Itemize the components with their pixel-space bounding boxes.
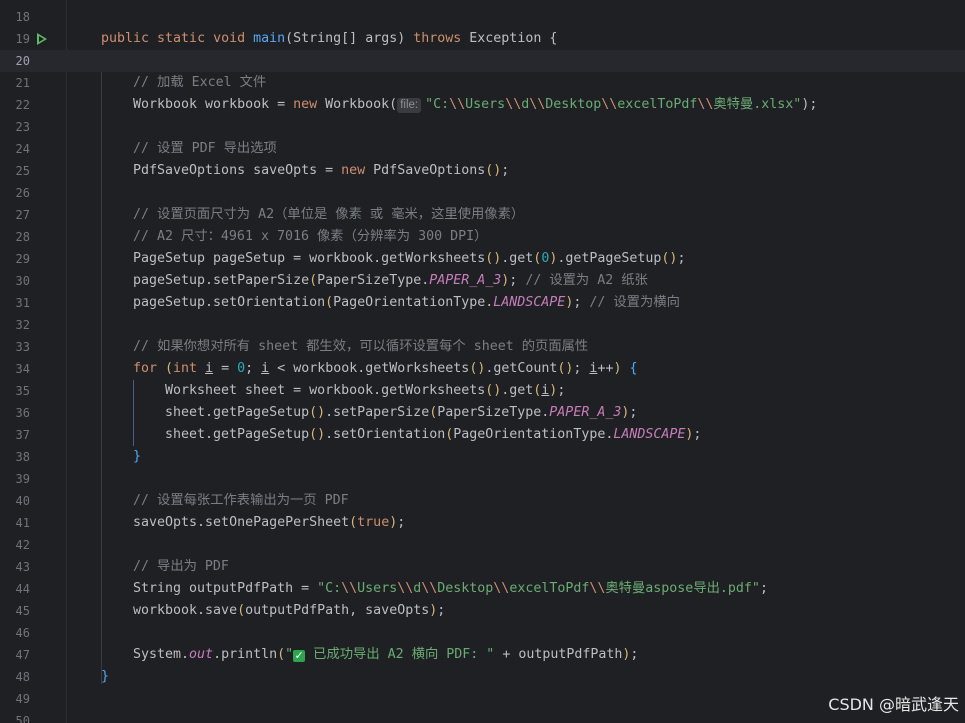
- line-number: 21: [15, 76, 30, 90]
- code-line[interactable]: 33 // 如果你想对所有 sheet 都生效，可以循环设置每个 sheet 的…: [0, 336, 965, 358]
- code-comment: // A2 尺寸：4961 x 7016 像素（分辨率为 300 DPI）: [133, 229, 488, 244]
- code-editor[interactable]: 18 19 public static void main(String[] a…: [0, 0, 965, 723]
- code-line[interactable]: 49: [0, 688, 965, 710]
- code-line[interactable]: 26: [0, 182, 965, 204]
- line-number: 18: [15, 10, 30, 24]
- line-number: 44: [15, 582, 30, 596]
- code-text: }: [101, 669, 110, 684]
- code-line[interactable]: 46: [0, 622, 965, 644]
- code-line[interactable]: 35 Worksheet sheet = workbook.getWorkshe…: [0, 380, 965, 402]
- code-comment: // 导出为 PDF: [133, 559, 229, 574]
- line-number: 34: [15, 362, 30, 376]
- code-text: System.out.println("✓ 已成功导出 A2 横向 PDF: "…: [133, 647, 639, 662]
- code-line[interactable]: 48 }: [0, 666, 965, 688]
- line-number: 41: [15, 516, 30, 530]
- code-text: for (int i = 0; i < workbook.getWorkshee…: [133, 361, 638, 376]
- code-line[interactable]: 39: [0, 468, 965, 490]
- code-text: saveOpts.setOnePagePerSheet(true);: [133, 515, 406, 530]
- line-number: 27: [15, 208, 30, 222]
- code-text: PageSetup pageSetup = workbook.getWorksh…: [133, 251, 686, 266]
- line-number: 23: [15, 120, 30, 134]
- line-number: 45: [15, 604, 30, 618]
- line-number: 46: [15, 626, 30, 640]
- code-line[interactable]: 24 // 设置 PDF 导出选项: [0, 138, 965, 160]
- code-comment: // 加载 Excel 文件: [133, 75, 267, 90]
- code-line[interactable]: 36 sheet.getPageSetup().setPaperSize(Pap…: [0, 402, 965, 424]
- code-line[interactable]: 27 // 设置页面尺寸为 A2（单位是 像素 或 毫米，这里使用像素）: [0, 204, 965, 226]
- code-line[interactable]: 29 PageSetup pageSetup = workbook.getWor…: [0, 248, 965, 270]
- check-mark-icon: ✓: [293, 649, 306, 662]
- code-line[interactable]: 42: [0, 534, 965, 556]
- code-line[interactable]: 40 // 设置每张工作表输出为一页 PDF: [0, 490, 965, 512]
- code-line[interactable]: 41 saveOpts.setOnePagePerSheet(true);: [0, 512, 965, 534]
- code-text: workbook.save(outputPdfPath, saveOpts);: [133, 603, 446, 618]
- line-number: 30: [15, 274, 30, 288]
- code-text: pageSetup.setOrientation(PageOrientation…: [133, 295, 680, 310]
- line-number: 33: [15, 340, 30, 354]
- line-number: 42: [15, 538, 30, 552]
- line-number: 50: [15, 714, 30, 723]
- code-line[interactable]: 22 Workbook workbook = new Workbook(file…: [0, 94, 965, 116]
- code-line-current[interactable]: 20: [0, 50, 965, 72]
- code-comment: // 如果你想对所有 sheet 都生效，可以循环设置每个 sheet 的页面属…: [133, 339, 589, 354]
- code-line[interactable]: 43 // 导出为 PDF: [0, 556, 965, 578]
- code-line[interactable]: 30 pageSetup.setPaperSize(PaperSizeType.…: [0, 270, 965, 292]
- code-line[interactable]: 34 for (int i = 0; i < workbook.getWorks…: [0, 358, 965, 380]
- parameter-hint: file:: [397, 98, 422, 113]
- line-number: 49: [15, 692, 30, 706]
- run-gutter-icon[interactable]: [37, 33, 47, 45]
- line-number: 20: [15, 54, 30, 68]
- line-number: 38: [15, 450, 30, 464]
- line-number: 40: [15, 494, 30, 508]
- code-text: pageSetup.setPaperSize(PaperSizeType.PAP…: [133, 273, 648, 288]
- watermark: CSDN @暗武逢天: [828, 695, 959, 714]
- code-text: sheet.getPageSetup().setPaperSize(PaperS…: [165, 405, 638, 420]
- code-line[interactable]: 18: [0, 6, 965, 28]
- line-number: 22: [15, 98, 30, 112]
- line-number: 37: [15, 428, 30, 442]
- line-number: 43: [15, 560, 30, 574]
- code-text: Worksheet sheet = workbook.getWorksheets…: [165, 383, 566, 398]
- code-line[interactable]: 19 public static void main(String[] args…: [0, 28, 965, 50]
- code-comment: // 设置每张工作表输出为一页 PDF: [133, 493, 349, 508]
- line-number: 39: [15, 472, 30, 486]
- line-number: 35: [15, 384, 30, 398]
- code-comment: // 设置 PDF 导出选项: [133, 141, 277, 156]
- line-number: 19: [15, 32, 30, 46]
- line-number: 36: [15, 406, 30, 420]
- line-number: 25: [15, 164, 30, 178]
- code-line[interactable]: 50: [0, 710, 965, 723]
- code-text: }: [133, 449, 142, 464]
- line-number: 26: [15, 186, 30, 200]
- line-number: 29: [15, 252, 30, 266]
- code-line[interactable]: 38 }: [0, 446, 965, 468]
- code-text: String outputPdfPath = "C:\\Users\\d\\De…: [133, 581, 768, 596]
- code-text: PdfSaveOptions saveOpts = new PdfSaveOpt…: [133, 163, 510, 178]
- line-number: 28: [15, 230, 30, 244]
- code-line[interactable]: 32: [0, 314, 965, 336]
- line-number: 24: [15, 142, 30, 156]
- code-line[interactable]: 25 PdfSaveOptions saveOpts = new PdfSave…: [0, 160, 965, 182]
- code-line[interactable]: 23: [0, 116, 965, 138]
- line-number: 47: [15, 648, 30, 662]
- line-number: 32: [15, 318, 30, 332]
- code-comment: // 设置页面尺寸为 A2（单位是 像素 或 毫米，这里使用像素）: [133, 207, 525, 222]
- line-number: 48: [15, 670, 30, 684]
- code-text: public static void main(String[] args) t…: [101, 31, 558, 46]
- code-line[interactable]: 21 // 加载 Excel 文件: [0, 72, 965, 94]
- code-line[interactable]: 37 sheet.getPageSetup().setOrientation(P…: [0, 424, 965, 446]
- code-line[interactable]: 31 pageSetup.setOrientation(PageOrientat…: [0, 292, 965, 314]
- code-line[interactable]: 44 String outputPdfPath = "C:\\Users\\d\…: [0, 578, 965, 600]
- code-text: sheet.getPageSetup().setOrientation(Page…: [165, 427, 702, 442]
- code-line[interactable]: 28 // A2 尺寸：4961 x 7016 像素（分辨率为 300 DPI）: [0, 226, 965, 248]
- line-number: 31: [15, 296, 30, 310]
- code-line[interactable]: 47 System.out.println("✓ 已成功导出 A2 横向 PDF…: [0, 644, 965, 666]
- code-text: Workbook workbook = new Workbook(file: "C…: [133, 97, 818, 113]
- code-line[interactable]: 45 workbook.save(outputPdfPath, saveOpts…: [0, 600, 965, 622]
